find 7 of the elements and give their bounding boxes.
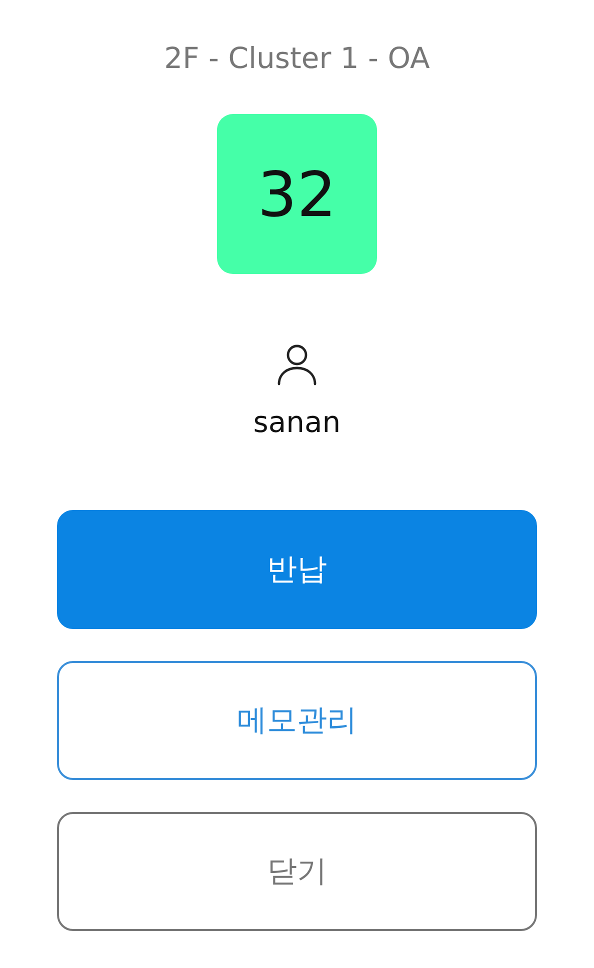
return-button[interactable]: 반납: [57, 510, 537, 629]
user-name: sanan: [253, 404, 341, 441]
user-icon: [275, 342, 319, 386]
seat-number: 32: [217, 114, 377, 274]
memo-button[interactable]: 메모관리: [57, 661, 537, 780]
close-button[interactable]: 닫기: [57, 812, 537, 931]
location-title: 2F - Cluster 1 - OA: [164, 40, 430, 77]
